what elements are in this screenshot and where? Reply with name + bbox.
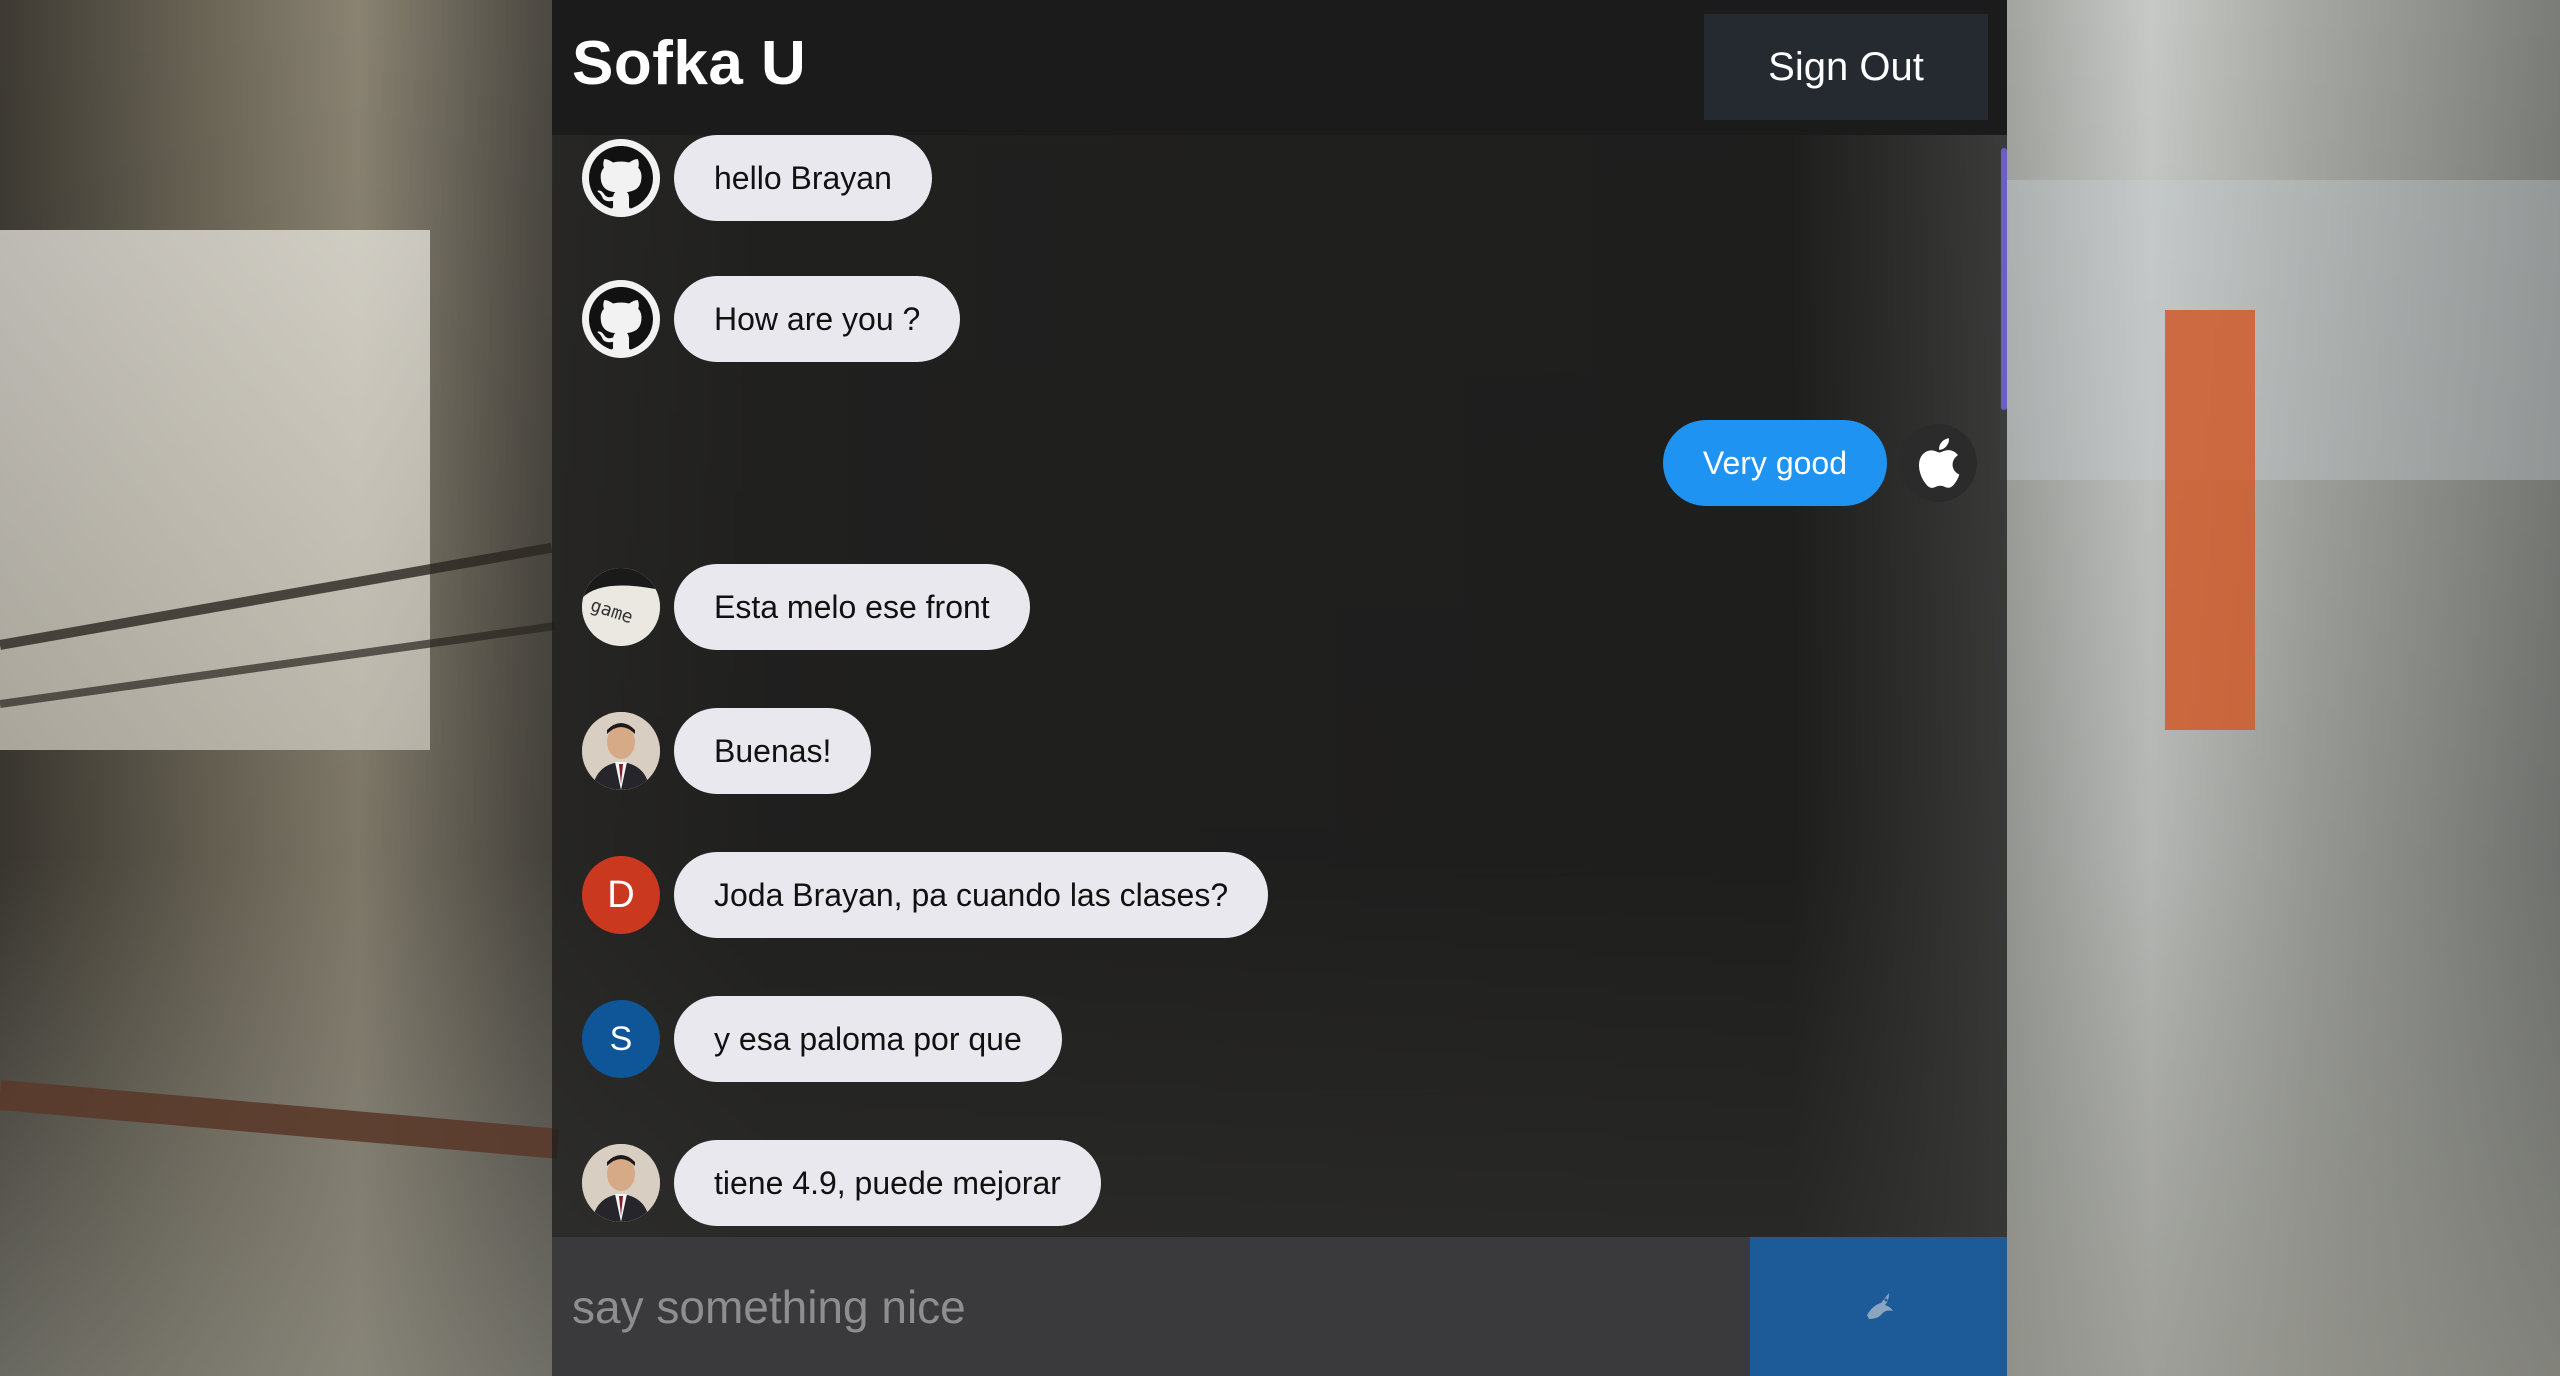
message-bubble: Buenas! (674, 708, 872, 794)
send-button[interactable] (1750, 1237, 2007, 1376)
app-title: Sofka U (572, 29, 807, 98)
message-list[interactable]: hello Brayan How are you ? Very good gam… (552, 135, 2007, 1236)
message-bubble: Joda Brayan, pa cuando las clases? (674, 852, 1269, 938)
background-orange-panel (2165, 310, 2255, 730)
message-bubble: hello Brayan (674, 135, 932, 221)
message-item: Buenas! (582, 708, 872, 794)
message-item-own: Very good (1662, 420, 1977, 506)
gamer-avatar: game (582, 568, 660, 646)
message-item: S y esa paloma por que (582, 996, 1062, 1082)
avatar-initial: S (609, 1019, 633, 1058)
app-header: Sofka U Sign Out (552, 0, 2007, 135)
message-bubble: Very good (1662, 420, 1887, 506)
message-list-scrollbar[interactable] (2001, 148, 2007, 410)
user-photo-avatar (582, 1144, 660, 1222)
message-input[interactable] (552, 1237, 1752, 1376)
message-item: hello Brayan (582, 135, 932, 221)
message-bubble: tiene 4.9, puede mejorar (674, 1140, 1101, 1226)
message-bubble: y esa paloma por que (674, 996, 1062, 1082)
chat-app: Sofka U Sign Out hello Brayan How are yo… (552, 0, 2007, 1376)
composer (552, 1237, 1752, 1376)
letter-avatar: D (582, 856, 660, 934)
apple-icon (1899, 424, 1977, 502)
message-bubble: How are you ? (674, 276, 961, 362)
github-icon (582, 280, 660, 358)
github-icon (582, 139, 660, 217)
letter-avatar: S (582, 1000, 660, 1078)
message-item: game Esta melo ese front (582, 564, 1030, 650)
message-bubble: Esta melo ese front (674, 564, 1030, 650)
background-glass (2000, 180, 2560, 480)
user-photo-avatar (582, 712, 660, 790)
message-item: D Joda Brayan, pa cuando las clases? (582, 852, 1269, 938)
avatar-initial: D (607, 873, 635, 916)
sign-out-button[interactable]: Sign Out (1704, 14, 1988, 120)
message-item: How are you ? (582, 276, 961, 362)
message-item: tiene 4.9, puede mejorar (582, 1140, 1101, 1226)
dove-icon (1859, 1285, 1899, 1328)
